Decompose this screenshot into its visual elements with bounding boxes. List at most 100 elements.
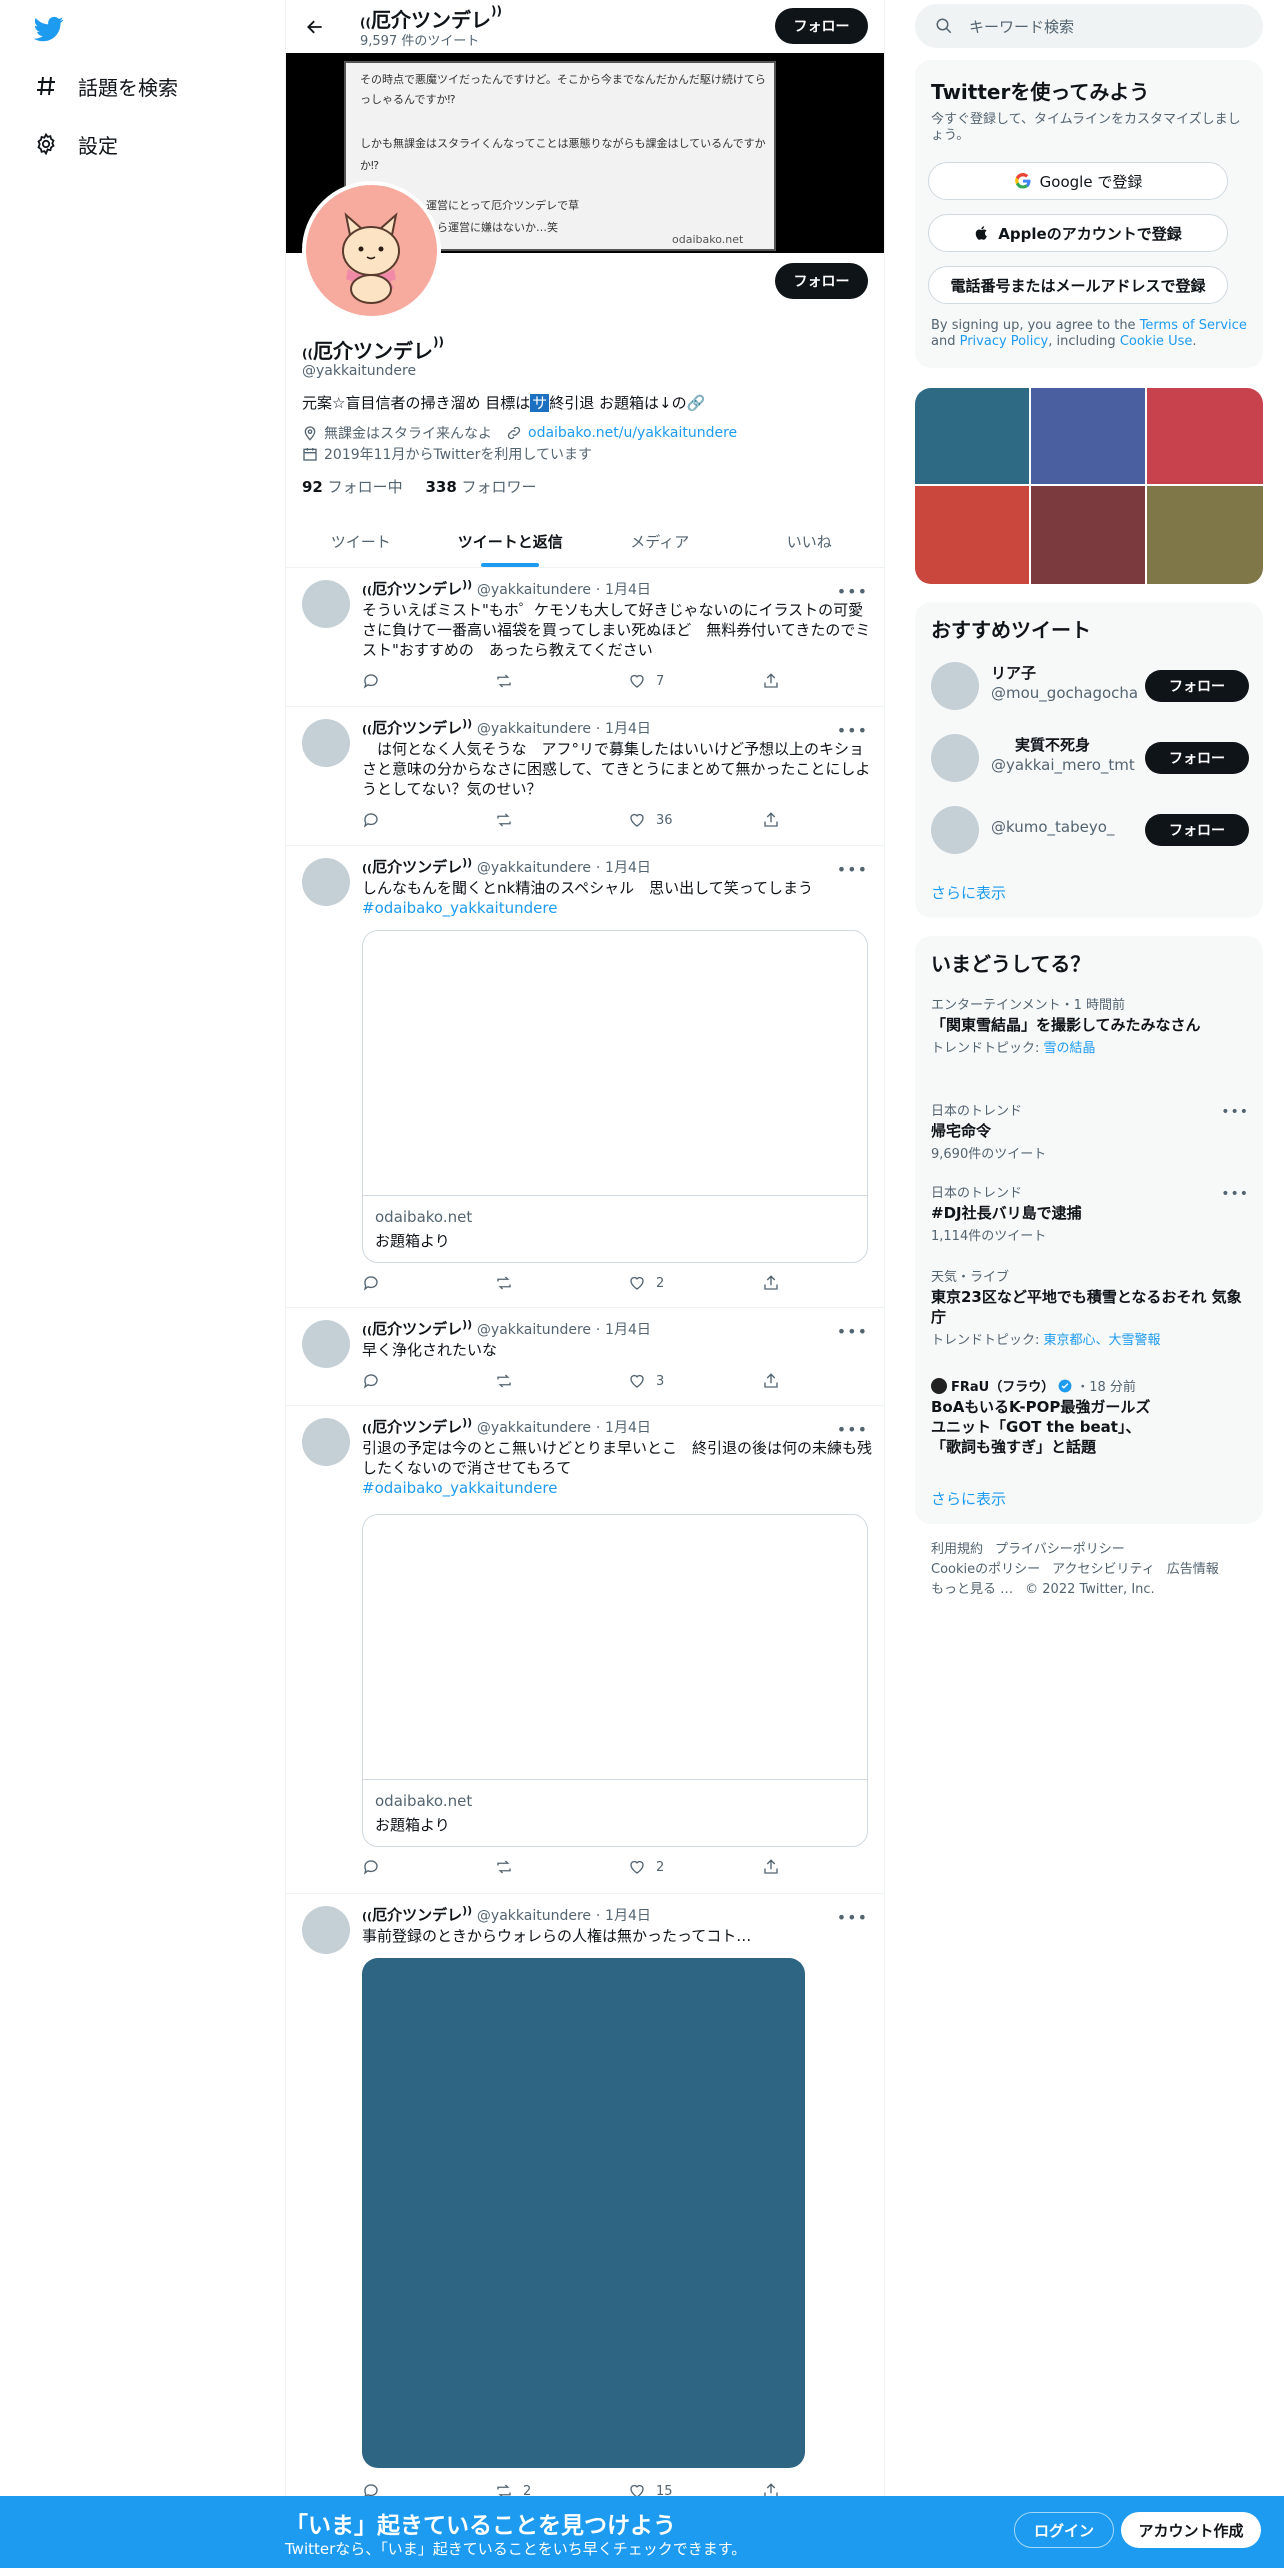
footer-link[interactable]: アクセシビリティ	[1052, 1562, 1155, 1577]
tab-media[interactable]: メディア	[585, 515, 735, 567]
profile-handle: @yakkaitundere	[302, 363, 417, 379]
trend-item[interactable]: エンターテインメント・1 時間前 「関東雪結晶」を撮影してみたみなさん トレンド…	[931, 994, 1249, 1056]
cookie-link[interactable]: Cookie Use	[1120, 334, 1193, 349]
recommended-user[interactable]: @kumo_tabeyo_ フォロー	[931, 802, 1249, 858]
recommended-user[interactable]: リア子 @mou_gochagocha フォロー	[931, 658, 1249, 714]
like-button[interactable]: 3	[628, 1372, 664, 1390]
share-button[interactable]	[762, 1372, 780, 1390]
link-card[interactable]: odaibako.net お題箱より	[362, 1514, 868, 1847]
tab-likes[interactable]: いいね	[735, 515, 885, 567]
more-options-icon[interactable]: •••	[1221, 1104, 1249, 1120]
more-options-icon[interactable]: •••	[837, 1322, 868, 1341]
media-thumbnail[interactable]	[1147, 388, 1263, 484]
show-more-link[interactable]: さらに表示	[931, 882, 1006, 903]
trend-item[interactable]: 天気・ライブ 東京23区など平地でも積雪となるおそれ 気象庁 トレンドトピック:…	[931, 1266, 1249, 1348]
tweet-item[interactable]: ((厄介ツンデレ)) @yakkaitundere · 1月4日 ••• そうい…	[286, 568, 884, 707]
retweet-button[interactable]	[495, 811, 523, 829]
tweet-avatar[interactable]	[302, 1418, 350, 1466]
tweet-avatar[interactable]	[302, 1906, 350, 1954]
like-button[interactable]: 36	[628, 811, 673, 829]
media-thumbnail[interactable]	[1031, 388, 1145, 484]
tweet-item[interactable]: ((厄介ツンデレ)) @yakkaitundere · 1月4日 ••• 事前登…	[286, 1894, 884, 2514]
share-button[interactable]	[762, 1858, 780, 1876]
bottom-bar-subtitle: Twitterなら、「いま」起きていることをいち早くチェックできます。	[285, 2540, 747, 2558]
tweet-avatar[interactable]	[302, 858, 350, 906]
back-button[interactable]	[300, 12, 330, 42]
retweet-button[interactable]	[495, 1274, 523, 1292]
show-more-link[interactable]: さらに表示	[931, 1488, 1006, 1509]
retweet-button[interactable]	[495, 1372, 523, 1390]
twitter-bird-icon[interactable]	[34, 14, 64, 44]
nav-explore[interactable]: 話題を検索	[34, 68, 178, 104]
follow-button[interactable]: フォロー	[1145, 742, 1249, 774]
retweet-button[interactable]	[495, 672, 523, 690]
more-options-icon[interactable]: •••	[837, 582, 868, 601]
search-box[interactable]: キーワード検索	[915, 4, 1263, 48]
footer-link[interactable]: Cookieのポリシー	[931, 1562, 1040, 1577]
privacy-link[interactable]: Privacy Policy	[960, 334, 1049, 349]
tab-tweets[interactable]: ツイート	[286, 515, 436, 567]
hashtag-link[interactable]: #odaibako_yakkaitundere	[362, 1479, 557, 1497]
tweet-avatar[interactable]	[302, 719, 350, 767]
tab-tweets-and-replies[interactable]: ツイートと返信	[436, 515, 586, 567]
tweet-item[interactable]: ((厄介ツンデレ)) @yakkaitundere · 1月4日 ••• は何と…	[286, 707, 884, 846]
link-card[interactable]: odaibako.net お題箱より	[362, 930, 868, 1263]
like-button[interactable]: 2	[628, 1858, 664, 1876]
profile-avatar[interactable]	[302, 181, 441, 320]
user-avatar[interactable]	[931, 662, 979, 710]
card-title: お題箱より	[375, 1816, 450, 1834]
reply-button[interactable]	[362, 672, 390, 690]
media-thumbnail[interactable]	[915, 486, 1029, 584]
tweet-avatar[interactable]	[302, 1320, 350, 1368]
reply-button[interactable]	[362, 1274, 390, 1292]
user-avatar[interactable]	[931, 806, 979, 854]
hashtag-link[interactable]: #odaibako_yakkaitundere	[362, 899, 557, 917]
media-thumbnail[interactable]	[1031, 486, 1145, 584]
followers-stat[interactable]: 338 フォロワー	[425, 478, 536, 496]
profile-follow-button[interactable]: フォロー	[775, 263, 868, 299]
phone-email-signup-button[interactable]: 電話番号またはメールアドレスで登録	[928, 266, 1228, 304]
footer-link[interactable]: プライバシーポリシー	[995, 1542, 1125, 1557]
footer-link[interactable]: 利用規約	[931, 1542, 983, 1557]
footer-link[interactable]: もっと見る …	[931, 1582, 1013, 1597]
user-avatar[interactable]	[931, 734, 979, 782]
trend-item[interactable]: 日本のトレンド #DJ社長バリ島で逮捕 1,114件のツイート •••	[931, 1182, 1249, 1244]
more-options-icon[interactable]: •••	[837, 1420, 868, 1439]
trend-item[interactable]: FRaU（フラウ） ・18 分前 BoAもいるK-POP最強ガールズユニット「G…	[931, 1376, 1249, 1457]
search-input[interactable]: キーワード検索	[969, 16, 1074, 37]
tweet-item[interactable]: ((厄介ツンデレ)) @yakkaitundere · 1月4日 ••• 早く浄…	[286, 1308, 884, 1406]
reply-button[interactable]	[362, 811, 390, 829]
reply-button[interactable]	[362, 1372, 390, 1390]
recommended-user[interactable]: 実質不死身 @yakkai_mero_tmt フォロー	[931, 730, 1249, 786]
tweet-avatar[interactable]	[302, 580, 350, 628]
footer-link[interactable]: 広告情報	[1167, 1562, 1219, 1577]
like-button[interactable]: 7	[628, 672, 664, 690]
share-button[interactable]	[762, 811, 780, 829]
share-button[interactable]	[762, 672, 780, 690]
retweet-button[interactable]	[495, 1858, 523, 1876]
following-stat[interactable]: 92 フォロー中	[302, 478, 403, 496]
reply-button[interactable]	[362, 1858, 390, 1876]
create-account-button[interactable]: アカウント作成	[1121, 2512, 1261, 2548]
tweet-media-image[interactable]	[362, 1958, 805, 2468]
media-thumbnail[interactable]	[915, 388, 1029, 484]
more-options-icon[interactable]: •••	[1221, 1186, 1249, 1202]
tweet-item[interactable]: ((厄介ツンデレ)) @yakkaitundere · 1月4日 ••• 引退の…	[286, 1406, 884, 1894]
more-options-icon[interactable]: •••	[837, 721, 868, 740]
google-signup-button[interactable]: Google で登録	[928, 162, 1228, 200]
follow-button[interactable]: フォロー	[1145, 670, 1249, 702]
follow-button[interactable]: フォロー	[1145, 814, 1249, 846]
share-button[interactable]	[762, 1274, 780, 1292]
like-button[interactable]: 2	[628, 1274, 664, 1292]
apple-signup-button[interactable]: Appleのアカウントで登録	[928, 214, 1228, 252]
media-thumbnail[interactable]	[1147, 486, 1263, 584]
nav-settings[interactable]: 設定	[34, 126, 118, 162]
profile-url-link[interactable]: odaibako.net/u/yakkaitundere	[528, 425, 737, 441]
trend-item[interactable]: 日本のトレンド 帰宅命令 9,690件のツイート •••	[931, 1100, 1249, 1162]
header-follow-button[interactable]: フォロー	[775, 8, 868, 44]
login-button[interactable]: ログイン	[1014, 2512, 1114, 2548]
terms-link[interactable]: Terms of Service	[1140, 318, 1247, 333]
tweet-item[interactable]: ((厄介ツンデレ)) @yakkaitundere · 1月4日 ••• しんな…	[286, 846, 884, 1308]
more-options-icon[interactable]: •••	[837, 1908, 868, 1927]
more-options-icon[interactable]: •••	[837, 860, 868, 879]
